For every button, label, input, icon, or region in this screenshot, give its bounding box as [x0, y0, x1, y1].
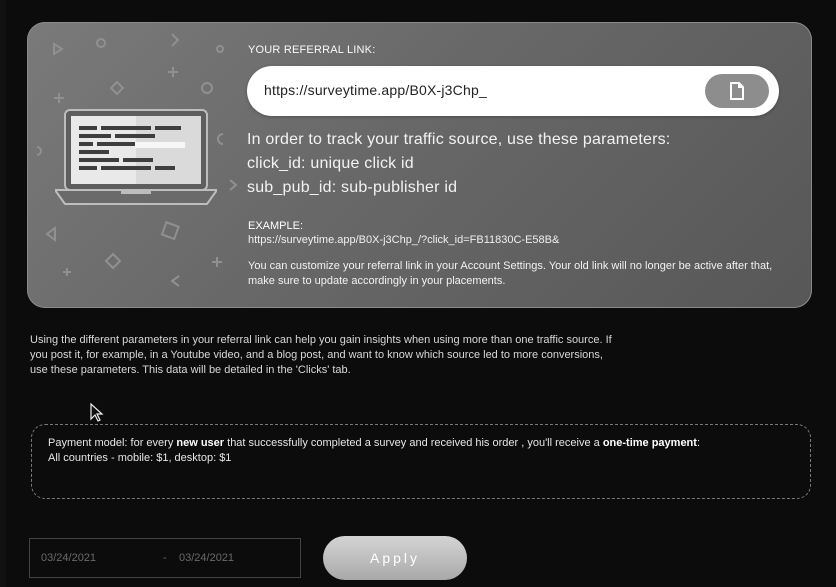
- date-to[interactable]: 03/24/2021: [179, 552, 234, 564]
- mouse-cursor-icon: [90, 403, 104, 422]
- parameters-info-text: Using the different parameters in your r…: [30, 334, 612, 376]
- date-from[interactable]: 03/24/2021: [41, 552, 96, 564]
- payment-new-user: new user: [176, 437, 225, 449]
- customize-note: You can customize your referral link in …: [248, 260, 773, 287]
- payment-one-time: one-time payment: [602, 437, 697, 449]
- param-sub-pub-id: sub_pub_id: sub-publisher id: [247, 179, 458, 196]
- payment-text-3: :: [696, 437, 701, 449]
- copy-icon: [730, 82, 744, 100]
- referral-link-field[interactable]: https://surveytime.app/B0X-j3Chp_: [247, 66, 779, 116]
- param-click-id: click_id: unique click id: [247, 155, 414, 172]
- payment-model-box: Payment model: for every new user that s…: [31, 424, 811, 499]
- example-url: https://surveytime.app/B0X-j3Chp_/?click…: [248, 234, 560, 246]
- example-label: EXAMPLE:: [248, 220, 304, 232]
- params-intro: In order to track your traffic source, u…: [247, 131, 671, 148]
- date-range-picker[interactable]: 03/24/2021 - 03/24/2021: [29, 538, 301, 578]
- laptop-illustration: [55, 109, 217, 205]
- left-edge: [0, 0, 6, 587]
- payment-rates: All countries - mobile: $1, desktop: $1: [48, 452, 232, 464]
- referral-link-title: YOUR REFERRAL LINK:: [248, 44, 376, 56]
- date-separator: -: [163, 552, 167, 564]
- payment-text-1: Payment model: for every: [48, 437, 177, 449]
- copy-link-button[interactable]: [705, 74, 769, 108]
- tracking-parameters: In order to track your traffic source, u…: [247, 128, 670, 200]
- apply-button[interactable]: Apply: [323, 536, 467, 580]
- referral-card: YOUR REFERRAL LINK: https://surveytime.a…: [27, 22, 812, 308]
- payment-model-text: Payment model: for every new user that s…: [48, 436, 794, 451]
- payment-text-2: that successfully completed a survey and…: [224, 437, 603, 449]
- referral-link-text[interactable]: https://surveytime.app/B0X-j3Chp_: [264, 82, 487, 98]
